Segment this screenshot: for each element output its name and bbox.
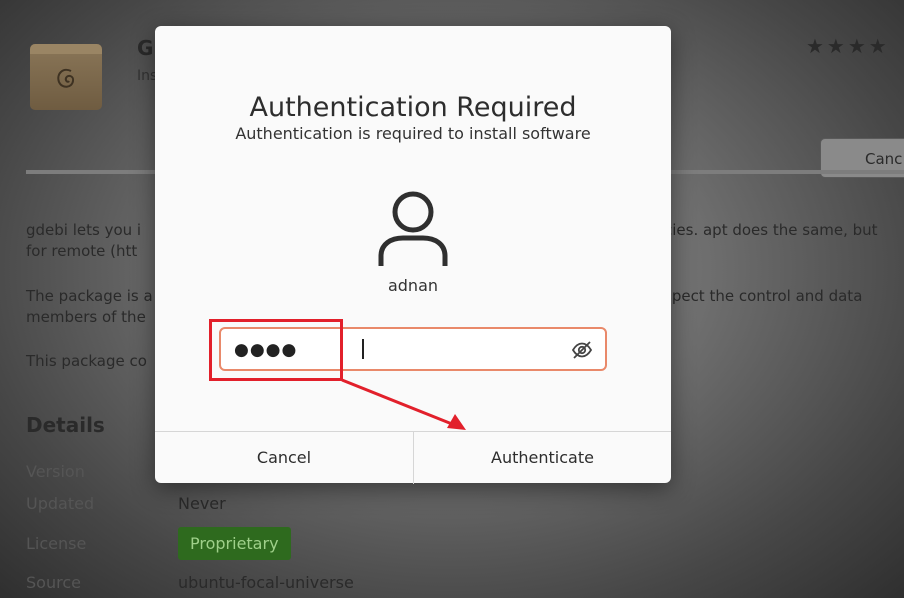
app-title: G bbox=[137, 36, 154, 60]
rating-stars: ★★★★ bbox=[806, 34, 890, 58]
detail-key-license: License bbox=[26, 534, 87, 553]
description-line: for remote (htt bbox=[26, 242, 138, 260]
description-line: gdebi lets you i bbox=[26, 221, 142, 239]
description-line: cies. apt does the same, but bbox=[664, 221, 878, 239]
dialog-button-row: Cancel Authenticate bbox=[155, 431, 671, 484]
dialog-title: Authentication Required bbox=[249, 92, 577, 123]
details-heading: Details bbox=[26, 413, 105, 437]
detail-value-source: ubuntu-focal-universe bbox=[178, 573, 354, 592]
cancel-button[interactable]: Cancel bbox=[155, 432, 414, 484]
user-avatar-icon bbox=[378, 191, 448, 266]
license-badge[interactable]: Proprietary bbox=[178, 527, 291, 560]
authentication-dialog: Authentication Required Authentication i… bbox=[155, 26, 671, 484]
authenticate-button[interactable]: Authenticate bbox=[414, 432, 671, 484]
package-icon bbox=[30, 44, 102, 110]
description-line: spect the control and data bbox=[664, 287, 863, 305]
text-caret bbox=[362, 339, 364, 359]
annotation-highlight-box bbox=[209, 319, 343, 381]
detail-key-updated: Updated bbox=[26, 494, 95, 513]
eye-hidden-icon[interactable] bbox=[571, 339, 593, 361]
description-line: members of the bbox=[26, 308, 146, 326]
description-line: The package is a bbox=[26, 287, 153, 305]
detail-key-version: Version bbox=[26, 462, 85, 481]
detail-value-updated: Never bbox=[178, 494, 226, 513]
description-line: This package co bbox=[26, 352, 147, 370]
user-name: adnan bbox=[387, 276, 439, 295]
detail-key-source: Source bbox=[26, 573, 81, 592]
dialog-message: Authentication is required to install so… bbox=[235, 124, 591, 143]
